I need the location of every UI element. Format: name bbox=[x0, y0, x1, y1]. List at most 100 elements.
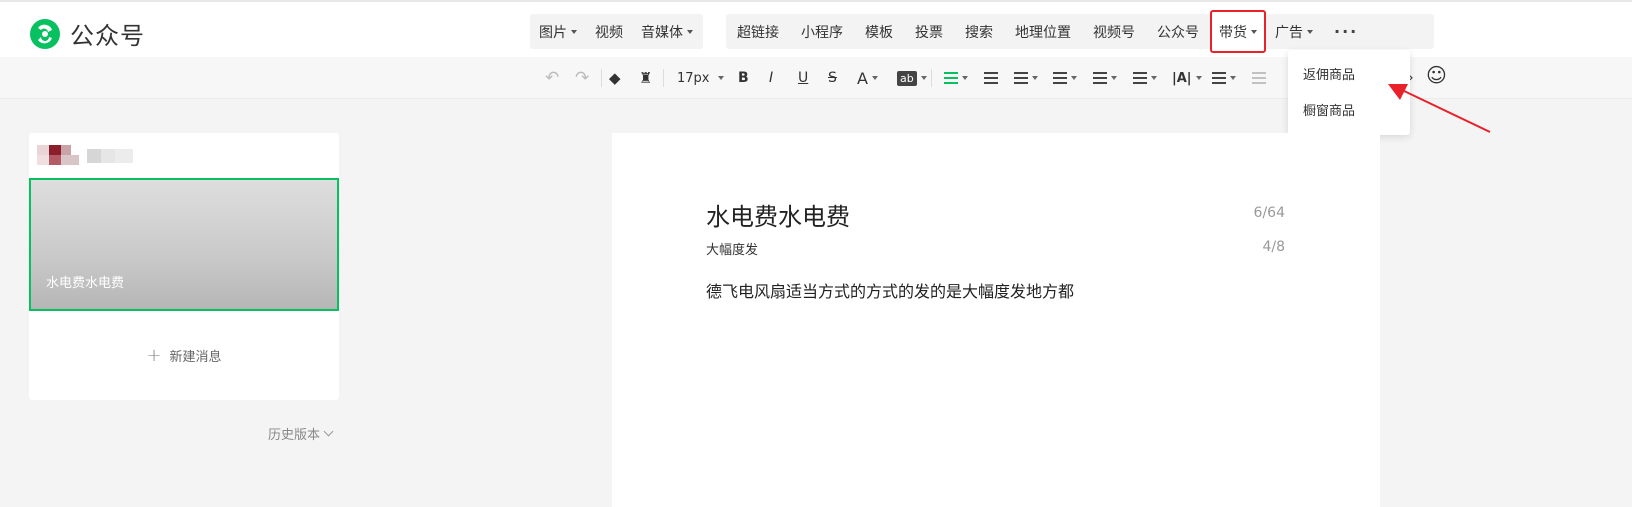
dropdown-item-showcase-goods[interactable]: 橱窗商品 bbox=[1303, 100, 1355, 119]
insert-audio-label: 音媒体 bbox=[641, 24, 683, 41]
indent-options-button[interactable] bbox=[1014, 67, 1038, 89]
insert-group-media: 图片 视频 音媒体 bbox=[530, 14, 703, 49]
insert-image-label: 图片 bbox=[539, 24, 567, 41]
app-title: 公众号 bbox=[70, 22, 145, 50]
red-arrow-annotation-icon bbox=[1388, 84, 1491, 133]
background-color-button[interactable]: ab bbox=[897, 67, 927, 89]
insert-ads-button[interactable]: 广告 bbox=[1266, 14, 1322, 49]
insert-location-label: 地理位置 bbox=[1015, 24, 1071, 41]
chevron-down-icon bbox=[1230, 76, 1236, 80]
chevron-down-icon bbox=[1251, 29, 1257, 34]
side-indent-button[interactable] bbox=[1133, 67, 1157, 89]
chevron-down-icon bbox=[1032, 76, 1038, 80]
top-bar: 公众号 图片 视频 音媒体 超链接 小程序 模板 投票 搜索 地理位置 视频号 … bbox=[0, 0, 1632, 57]
insert-channels-button[interactable]: 视频号 bbox=[1082, 14, 1146, 49]
line-height-button[interactable] bbox=[1053, 67, 1077, 89]
toolbar-divider bbox=[931, 69, 932, 87]
chevron-down-icon bbox=[687, 29, 693, 34]
new-message-button[interactable]: + 新建消息 bbox=[29, 345, 339, 366]
insert-link-button[interactable]: 超链接 bbox=[726, 14, 790, 49]
table-icon bbox=[1252, 72, 1266, 84]
list-icon bbox=[1212, 72, 1226, 84]
letter-spacing-glyph: |A| bbox=[1172, 70, 1192, 86]
chevron-down-icon bbox=[1195, 76, 1202, 80]
article-body-editor[interactable]: 德飞电风扇适当方式的方式的发的是大幅度发地方都 bbox=[706, 278, 1074, 302]
plus-icon: + bbox=[146, 345, 162, 366]
strikethrough-button[interactable]: S bbox=[828, 67, 837, 89]
chevron-down-icon bbox=[571, 29, 577, 34]
article-cover-card[interactable]: 水电费水电费 bbox=[29, 178, 339, 311]
toolbar-divider bbox=[601, 69, 602, 87]
more-icon[interactable]: ··· bbox=[1322, 14, 1370, 49]
insert-link-label: 超链接 bbox=[737, 24, 779, 41]
insert-goods-button[interactable]: 带货 bbox=[1210, 10, 1266, 53]
chevron-down-icon bbox=[1307, 29, 1313, 34]
chevron-down-icon bbox=[1151, 76, 1157, 80]
chevron-down-icon bbox=[323, 426, 334, 437]
insert-search-button[interactable]: 搜索 bbox=[954, 14, 1004, 49]
title-char-count: 6/64 bbox=[1253, 205, 1285, 221]
italic-button[interactable]: I bbox=[769, 67, 773, 89]
align-left-button[interactable] bbox=[944, 67, 968, 89]
article-cover-title: 水电费水电费 bbox=[46, 276, 125, 291]
font-size-value: 17px bbox=[677, 70, 710, 86]
paragraph-spacing-icon bbox=[1093, 72, 1107, 84]
insert-goods-label: 带货 bbox=[1219, 24, 1247, 41]
line-height-icon bbox=[1053, 72, 1067, 84]
dropdown-item-commission-goods[interactable]: 返佣商品 bbox=[1303, 64, 1355, 83]
chevron-down-icon bbox=[962, 76, 968, 80]
table-button[interactable] bbox=[1252, 67, 1266, 89]
insert-video-button[interactable]: 视频 bbox=[586, 14, 632, 49]
insert-search-label: 搜索 bbox=[965, 24, 993, 41]
letter-spacing-button[interactable]: |A| bbox=[1172, 67, 1202, 89]
list-button[interactable] bbox=[1212, 67, 1236, 89]
underline-button[interactable]: U bbox=[798, 67, 808, 89]
insert-channels-label: 视频号 bbox=[1093, 24, 1135, 41]
insert-location-button[interactable]: 地理位置 bbox=[1004, 14, 1082, 49]
insert-miniprogram-label: 小程序 bbox=[801, 24, 843, 41]
author-char-count: 4/8 bbox=[1262, 239, 1285, 255]
account-avatar bbox=[37, 145, 147, 167]
insert-vote-button[interactable]: 投票 bbox=[904, 14, 954, 49]
chevron-down-icon bbox=[717, 76, 724, 80]
insert-audio-button[interactable]: 音媒体 bbox=[632, 14, 702, 49]
undo-icon[interactable]: ↶ bbox=[545, 67, 559, 89]
clear-format-icon[interactable]: ◆ bbox=[609, 67, 621, 89]
insert-miniprogram-button[interactable]: 小程序 bbox=[790, 14, 854, 49]
chevron-down-icon bbox=[1111, 76, 1117, 80]
indent-icon bbox=[984, 72, 998, 84]
history-version-label: 历史版本 bbox=[268, 428, 321, 443]
side-indent-icon bbox=[1133, 72, 1147, 84]
author-input[interactable]: 大幅度发 bbox=[706, 239, 758, 258]
app-logo: 公众号 bbox=[28, 16, 145, 51]
insert-template-button[interactable]: 模板 bbox=[854, 14, 904, 49]
background-color-glyph: ab bbox=[897, 70, 917, 86]
indent-button[interactable] bbox=[984, 67, 998, 89]
indent-options-icon bbox=[1014, 72, 1028, 84]
new-message-label: 新建消息 bbox=[169, 350, 222, 365]
insert-account-button[interactable]: 公众号 bbox=[1146, 14, 1210, 49]
insert-group-widgets: 超链接 小程序 模板 投票 搜索 地理位置 视频号 公众号 带货 广告 ··· bbox=[726, 10, 1434, 53]
wechat-logo-icon bbox=[30, 18, 60, 49]
chevron-down-icon bbox=[871, 76, 878, 80]
align-left-icon bbox=[944, 72, 958, 84]
chevron-down-icon bbox=[1071, 76, 1077, 80]
toolbar-divider bbox=[663, 69, 664, 87]
article-editor: 水电费水电费 6/64 大幅度发 4/8 德飞电风扇适当方式的方式的发的是大幅度… bbox=[612, 133, 1380, 507]
insert-ads-label: 广告 bbox=[1275, 24, 1303, 41]
font-size-select[interactable]: 17px bbox=[677, 67, 724, 89]
insert-video-label: 视频 bbox=[595, 24, 623, 41]
article-title-input[interactable]: 水电费水电费 bbox=[706, 197, 850, 232]
chevron-down-icon bbox=[920, 76, 927, 80]
font-color-button[interactable]: A bbox=[857, 67, 878, 89]
insert-image-button[interactable]: 图片 bbox=[530, 14, 586, 49]
bold-button[interactable]: B bbox=[738, 67, 749, 89]
font-color-glyph: A bbox=[857, 68, 868, 88]
format-painter-icon[interactable]: ♜ bbox=[639, 67, 652, 89]
insert-template-label: 模板 bbox=[865, 24, 893, 41]
paragraph-spacing-button[interactable] bbox=[1093, 67, 1117, 89]
insert-vote-label: 投票 bbox=[915, 24, 943, 41]
redo-icon[interactable]: ↷ bbox=[575, 67, 589, 89]
insert-account-label: 公众号 bbox=[1157, 24, 1199, 41]
history-version-link[interactable]: 历史版本 bbox=[268, 424, 334, 443]
